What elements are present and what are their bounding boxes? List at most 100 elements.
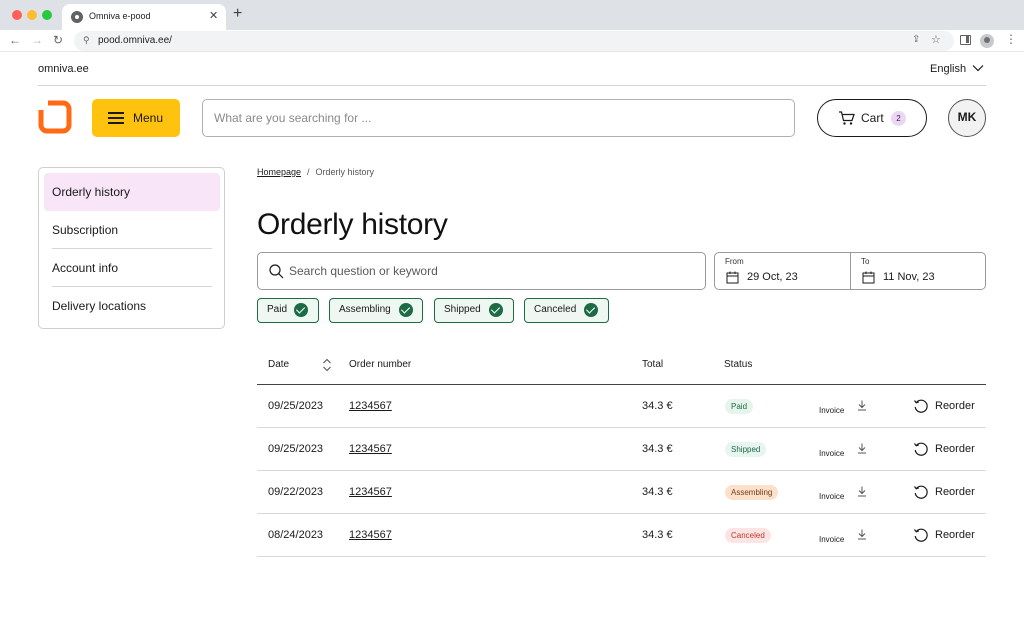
- reorder-button[interactable]: Reorder: [913, 526, 983, 544]
- forward-arrow-icon[interactable]: →: [31, 33, 43, 47]
- filter-chip-label: Paid: [267, 304, 288, 315]
- filter-chip-canceled[interactable]: Canceled: [524, 298, 609, 323]
- sort-icon[interactable]: [321, 358, 333, 372]
- filter-chip-paid[interactable]: Paid: [257, 298, 319, 323]
- search-icon: [269, 264, 284, 279]
- filter-chip-label: Shipped: [444, 304, 481, 315]
- reorder-icon: [914, 399, 928, 413]
- cart-label: Cart: [861, 111, 884, 125]
- reload-icon[interactable]: ↻: [53, 33, 63, 47]
- hamburger-icon: [108, 112, 124, 124]
- reorder-button[interactable]: Reorder: [913, 483, 983, 501]
- chevron-down-icon[interactable]: [972, 62, 984, 74]
- tab-close-icon[interactable]: ✕: [209, 9, 218, 22]
- reorder-label: Reorder: [935, 443, 975, 455]
- row-date: 08/24/2023: [268, 529, 324, 541]
- invoice-label: Invoice: [819, 535, 845, 544]
- reorder-button[interactable]: Reorder: [913, 397, 983, 415]
- order-number-link[interactable]: 1234567: [349, 529, 392, 541]
- date-from-field[interactable]: From 29 Oct, 23: [715, 253, 850, 289]
- column-header-date: Date: [268, 359, 290, 370]
- date-range-picker: From 29 Oct, 23 To 11 Nov, 23: [714, 252, 986, 290]
- site-info-icon[interactable]: ⚲: [83, 35, 90, 46]
- check-circle-icon: [489, 303, 503, 317]
- window-minimize-button[interactable]: [27, 10, 37, 20]
- invoice-download-button[interactable]: Invoice: [819, 486, 866, 501]
- account-sidebar: Orderly history Subscription Account inf…: [38, 167, 225, 329]
- browser-tab[interactable]: Omniva e-pood ✕: [62, 4, 226, 30]
- breadcrumb-separator: /: [307, 167, 310, 177]
- more-menu-icon[interactable]: ⋮: [1005, 32, 1017, 46]
- bookmark-star-icon[interactable]: ☆: [931, 33, 941, 46]
- breadcrumb-home-link[interactable]: Homepage: [257, 167, 301, 177]
- calendar-icon: [726, 271, 739, 284]
- omniva-logo-icon[interactable]: [38, 100, 72, 134]
- status-badge: Shipped: [725, 442, 767, 457]
- order-number-link[interactable]: 1234567: [349, 400, 392, 412]
- row-total: 34.3 €: [642, 486, 673, 498]
- language-selector[interactable]: English: [930, 63, 966, 75]
- row-total: 34.3 €: [642, 529, 673, 541]
- side-panel-icon[interactable]: [960, 35, 971, 45]
- profile-icon[interactable]: [980, 34, 994, 48]
- share-icon[interactable]: ⇪: [912, 34, 920, 45]
- filter-chip-assembling[interactable]: Assembling: [329, 298, 423, 323]
- row-date: 09/25/2023: [268, 400, 324, 412]
- row-date: 09/25/2023: [268, 443, 324, 455]
- status-badge: Canceled: [725, 528, 771, 543]
- reorder-icon: [914, 442, 928, 456]
- filter-chip-shipped[interactable]: Shipped: [434, 298, 514, 323]
- history-search-input[interactable]: [289, 254, 694, 288]
- window-close-button[interactable]: [12, 10, 22, 20]
- cart-count-badge: 2: [891, 111, 906, 126]
- date-to-field[interactable]: To 11 Nov, 23: [851, 253, 986, 289]
- browser-tab-bar: Omniva e-pood ✕ +: [0, 0, 1024, 30]
- new-tab-button[interactable]: +: [233, 6, 242, 22]
- column-header-total: Total: [642, 359, 664, 370]
- sidebar-item-orderly-history[interactable]: Orderly history: [44, 173, 220, 211]
- site-domain-link[interactable]: omniva.ee: [38, 63, 89, 75]
- invoice-label: Invoice: [819, 449, 845, 458]
- filter-chip-label: Assembling: [339, 304, 391, 315]
- sidebar-item-delivery-locations[interactable]: Delivery locations: [44, 287, 220, 325]
- table-row: 09/25/2023 1234567 34.3 € Paid Invoice R…: [257, 385, 986, 428]
- site-search-input[interactable]: [202, 99, 795, 137]
- top-divider: [38, 85, 986, 86]
- check-circle-icon: [399, 303, 413, 317]
- back-arrow-icon[interactable]: ←: [9, 33, 21, 47]
- chrome-favicon-icon: [71, 11, 83, 23]
- cart-button[interactable]: Cart 2: [817, 99, 927, 137]
- date-to-value: 11 Nov, 23: [883, 271, 935, 283]
- address-bar[interactable]: ⚲ pood.omniva.ee/ ⇪ ☆: [74, 31, 954, 51]
- history-search[interactable]: [257, 252, 706, 290]
- browser-toolbar: ← → ↻ ⚲ pood.omniva.ee/ ⇪ ☆ ⋮: [0, 30, 1024, 52]
- calendar-icon: [862, 271, 875, 284]
- sidebar-item-account-info[interactable]: Account info: [44, 249, 220, 287]
- date-to-label: To: [861, 257, 870, 266]
- download-icon: [858, 400, 866, 411]
- invoice-download-button[interactable]: Invoice: [819, 400, 866, 415]
- reorder-button[interactable]: Reorder: [913, 440, 983, 458]
- check-circle-icon: [584, 303, 598, 317]
- menu-button[interactable]: Menu: [92, 99, 180, 137]
- invoice-download-button[interactable]: Invoice: [819, 443, 866, 458]
- status-badge: Paid: [725, 399, 754, 414]
- table-row: 09/22/2023 1234567 34.3 € Assembling Inv…: [257, 471, 986, 514]
- user-avatar[interactable]: MK: [948, 99, 986, 137]
- invoice-download-button[interactable]: Invoice: [819, 529, 866, 544]
- address-url: pood.omniva.ee/: [98, 35, 172, 46]
- reorder-label: Reorder: [935, 529, 975, 541]
- tab-title: Omniva e-pood: [89, 11, 151, 21]
- sidebar-item-subscription[interactable]: Subscription: [44, 211, 220, 249]
- row-date: 09/22/2023: [268, 486, 324, 498]
- window-zoom-button[interactable]: [42, 10, 52, 20]
- column-header-status: Status: [724, 359, 753, 370]
- date-from-value: 29 Oct, 23: [747, 271, 798, 283]
- invoice-label: Invoice: [819, 406, 845, 415]
- order-number-link[interactable]: 1234567: [349, 443, 392, 455]
- breadcrumb-current: Orderly history: [315, 167, 375, 177]
- order-number-link[interactable]: 1234567: [349, 486, 392, 498]
- filter-chip-label: Canceled: [534, 304, 577, 315]
- breadcrumb: Homepage / Orderly history: [257, 167, 374, 177]
- table-row: 08/24/2023 1234567 34.3 € Canceled Invoi…: [257, 514, 986, 557]
